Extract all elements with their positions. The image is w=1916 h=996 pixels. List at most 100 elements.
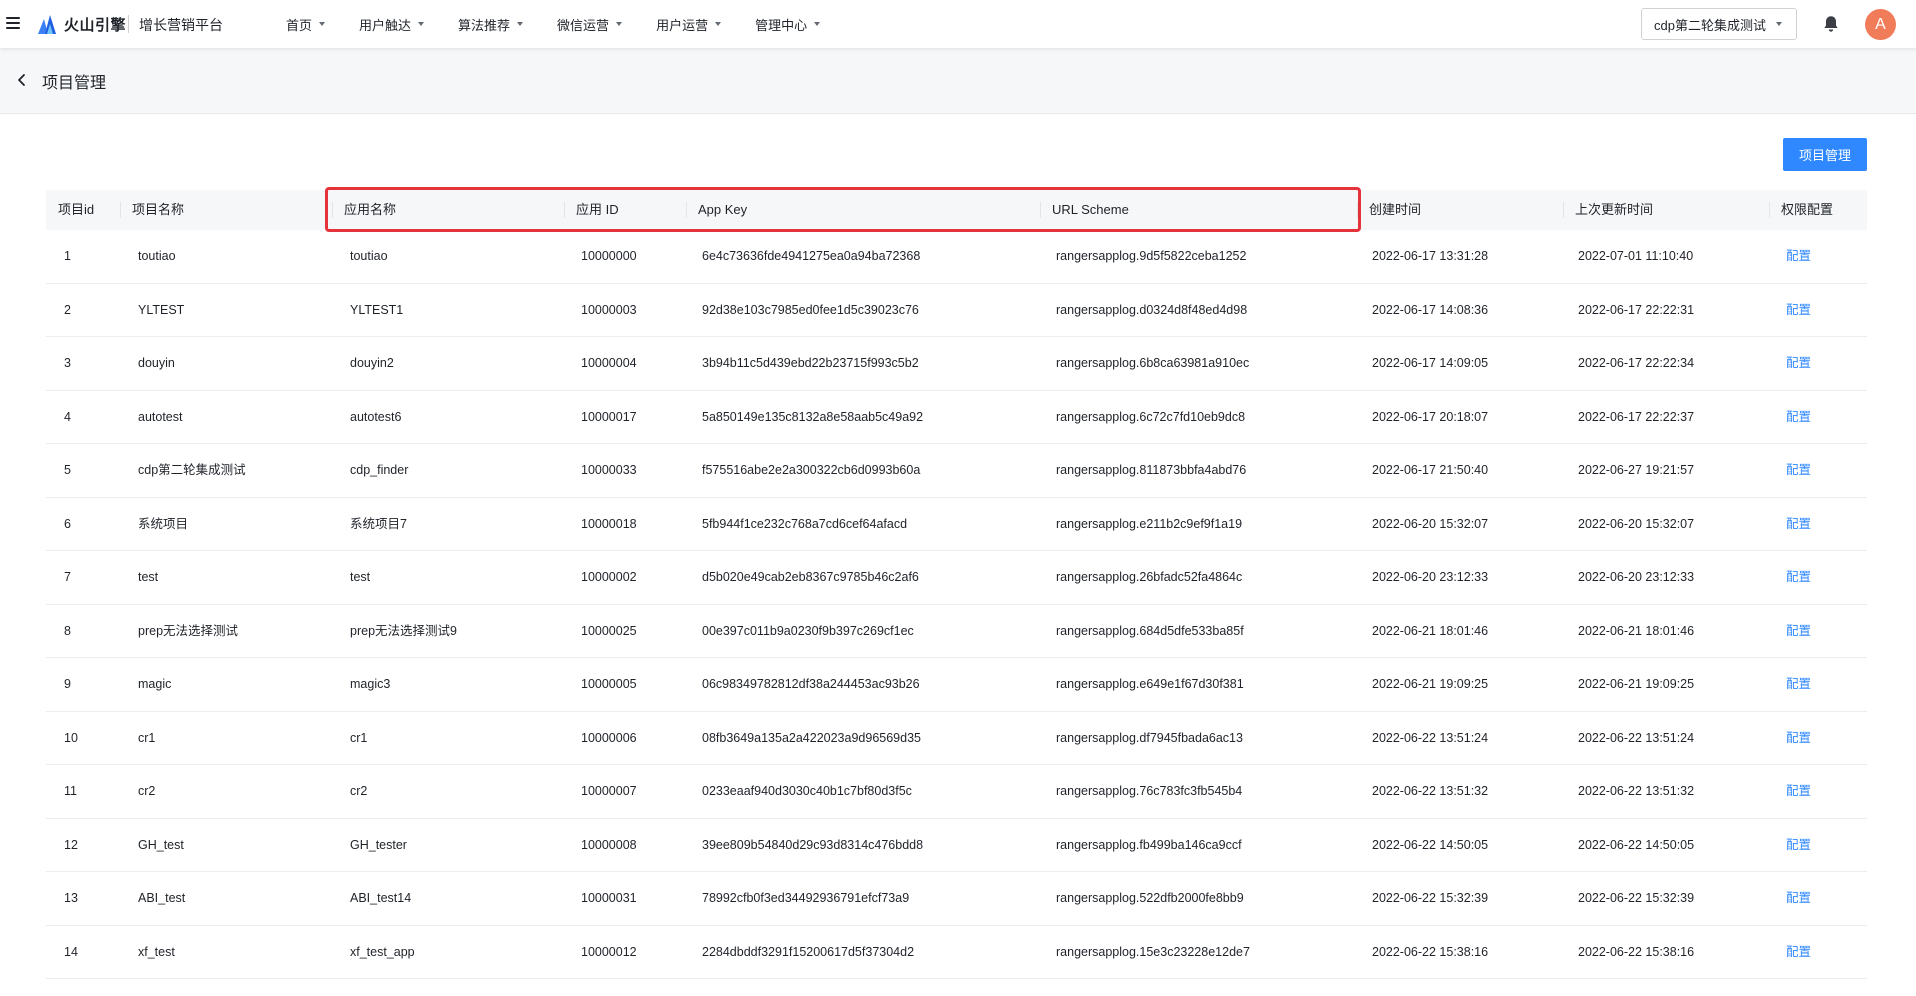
cell-app-name: 系统项目7 xyxy=(350,516,407,531)
nav-item-label: 用户触达 xyxy=(359,17,412,33)
cell-url-scheme: rangersapplog.6b8ca63981a910ec xyxy=(1056,356,1250,370)
table-row: 1 toutiao toutiao 10000000 6e4c73636fde49412… xyxy=(46,230,1867,284)
platform-name: 增长营销平台 xyxy=(139,17,223,33)
cell-permission-link[interactable]: 配置 xyxy=(1786,498,1811,551)
cell-app-name: GH_tester xyxy=(350,837,407,852)
cell-project-name: ABI_test xyxy=(138,891,186,905)
cell-app-id: 10000031 xyxy=(581,891,637,905)
nav-item-wechat[interactable]: 微信运营 xyxy=(557,15,623,34)
cell-app-key: 5fb944f1ce232c768a7cd6cef64afacd xyxy=(702,516,908,531)
nav-item-admin[interactable]: 管理中心 xyxy=(755,15,821,34)
cell-permission-link[interactable]: 配置 xyxy=(1786,284,1811,337)
nav-item-user-ops[interactable]: 用户运营 xyxy=(656,15,722,34)
cell-url-scheme: rangersapplog.26bfadc52fa4864c xyxy=(1056,570,1243,584)
cell-project-name: magic xyxy=(138,677,172,691)
cell-app-id: 10000012 xyxy=(581,944,637,959)
cell-url-scheme: rangersapplog.df7945fbada6ac13 xyxy=(1056,730,1243,745)
cell-project-name: 系统项目 xyxy=(138,516,189,531)
nav-item-user-reach[interactable]: 用户触达 xyxy=(359,15,425,34)
cell-permission-link[interactable]: 配置 xyxy=(1786,337,1811,390)
table-row: 3 douyin douyin2 10000004 3b94b11c5d439ebd22… xyxy=(46,337,1867,391)
cell-updated-time: 2022-07-01 11:10:40 xyxy=(1578,249,1694,263)
cell-url-scheme: rangersapplog.6c72c7fd10eb9dc8 xyxy=(1056,409,1246,424)
cell-permission-link[interactable]: 配置 xyxy=(1786,605,1811,658)
cell-project-name: prep无法选择测试 xyxy=(138,623,239,638)
cell-permission-link[interactable]: 配置 xyxy=(1786,658,1811,711)
cell-permission-link[interactable]: 配置 xyxy=(1786,765,1811,818)
cell-updated-time: 2022-06-21 19:09:25 xyxy=(1578,677,1695,691)
cell-url-scheme: rangersapplog.522dfb2000fe8bb9 xyxy=(1056,891,1244,905)
table-row: 13 ABI_test ABI_test14 10000031 78992cfb0f3e… xyxy=(46,872,1867,926)
cell-app-id: 10000006 xyxy=(581,730,637,745)
cell-created-time: 2022-06-17 14:09:05 xyxy=(1372,356,1489,370)
cell-project-id: 1 xyxy=(64,249,71,263)
cell-app-name: cr2 xyxy=(350,784,368,798)
table-row: 7 test test 10000002 d5b020e49cab2eb8367c978… xyxy=(46,551,1867,605)
project-management-button[interactable]: 项目管理 xyxy=(1783,138,1867,171)
cell-permission-link[interactable]: 配置 xyxy=(1786,872,1811,925)
cell-app-id: 10000002 xyxy=(581,570,637,584)
cell-updated-time: 2022-06-20 15:32:07 xyxy=(1578,516,1695,531)
cell-created-time: 2022-06-22 15:32:39 xyxy=(1372,891,1489,905)
cell-url-scheme: rangersapplog.d0324d8f48ed4d98 xyxy=(1056,302,1248,317)
cell-project-name: cr2 xyxy=(138,784,156,798)
cell-updated-time: 2022-06-22 15:32:39 xyxy=(1578,891,1695,905)
cell-created-time: 2022-06-17 14:08:36 xyxy=(1372,302,1489,317)
page-title: 项目管理 xyxy=(42,75,107,92)
bell-icon[interactable] xyxy=(1823,15,1839,33)
cell-app-key: f575516abe2e2a300322cb6d0993b60a xyxy=(702,463,921,477)
caret-down-icon xyxy=(517,22,524,26)
cell-app-name: prep无法选择测试9 xyxy=(350,623,457,638)
cell-app-key: 2284dbddf3291f15200617d5f37304d2 xyxy=(702,944,915,959)
cell-app-id: 10000005 xyxy=(581,677,637,691)
cell-app-id: 10000007 xyxy=(581,784,637,798)
cell-url-scheme: rangersapplog.76c783fc3fb545b4 xyxy=(1056,784,1243,798)
cell-permission-link[interactable]: 配置 xyxy=(1786,819,1811,872)
caret-down-icon xyxy=(814,22,821,26)
cell-updated-time: 2022-06-20 23:12:33 xyxy=(1578,570,1695,584)
project-select[interactable]: cdp第二轮集成测试 xyxy=(1641,8,1797,40)
cell-updated-time: 2022-06-27 19:21:57 xyxy=(1578,463,1695,477)
cell-project-id: 13 xyxy=(64,891,78,905)
cell-app-key: 3b94b11c5d439ebd22b23715f993c5b2 xyxy=(702,356,919,370)
cell-permission-link[interactable]: 配置 xyxy=(1786,712,1811,765)
column-header-project-id: 项目id xyxy=(58,202,95,217)
project-select-value: cdp第二轮集成测试 xyxy=(1654,17,1766,33)
cell-permission-link[interactable]: 配置 xyxy=(1786,551,1811,604)
cell-project-name: cr1 xyxy=(138,730,156,745)
table-row: 10 cr1 cr1 10000006 08fb3649a135a2a422023a9d… xyxy=(46,712,1867,765)
menu-icon[interactable] xyxy=(6,17,20,31)
cell-app-id: 10000000 xyxy=(581,249,637,263)
cell-permission-link[interactable]: 配置 xyxy=(1786,391,1811,444)
cell-project-id: 5 xyxy=(64,463,71,477)
nav-item-home[interactable]: 首页 xyxy=(286,15,326,34)
cell-permission-link[interactable]: 配置 xyxy=(1786,444,1811,497)
caret-down-icon xyxy=(418,22,425,26)
cell-created-time: 2022-06-22 14:50:05 xyxy=(1372,837,1489,852)
table-row: 12 GH_test GH_tester 10000008 39ee809b54840d… xyxy=(46,819,1867,872)
cell-app-key: 39ee809b54840d29c93d8314c476bdd8 xyxy=(702,837,924,852)
nav-item-algorithm[interactable]: 算法推荐 xyxy=(458,15,524,34)
column-header-app-id: 应用 ID xyxy=(564,190,686,230)
avatar[interactable]: A xyxy=(1865,9,1896,40)
cell-app-name: douyin2 xyxy=(350,356,394,370)
cell-app-name: ABI_test14 xyxy=(350,891,412,905)
cell-updated-time: 2022-06-17 22:22:34 xyxy=(1578,356,1695,370)
cell-updated-time: 2022-06-22 13:51:24 xyxy=(1578,730,1695,745)
cell-url-scheme: rangersapplog.fb499ba146ca9ccf xyxy=(1056,837,1242,852)
cell-url-scheme: rangersapplog.684d5dfe533ba85f xyxy=(1056,623,1244,638)
cell-project-name: xf_test xyxy=(138,944,175,959)
cell-app-id: 10000018 xyxy=(581,516,637,531)
cell-app-key: d5b020e49cab2eb8367c9785b46c2af6 xyxy=(702,570,919,584)
cell-permission-link[interactable]: 配置 xyxy=(1786,926,1811,979)
volcano-logo-icon[interactable] xyxy=(36,13,58,35)
nav-item-label: 用户运营 xyxy=(656,17,709,33)
brand-name[interactable]: 火山引擎 xyxy=(64,14,126,35)
table-header: 项目id 项目名称 应用名称 应用 ID App Key URL Scheme … xyxy=(46,190,1867,230)
cell-project-id: 9 xyxy=(64,677,71,691)
back-arrow-icon[interactable] xyxy=(16,73,28,87)
cell-url-scheme: rangersapplog.811873bbfa4abd76 xyxy=(1056,463,1247,477)
cell-app-id: 10000004 xyxy=(581,356,637,370)
cell-permission-link[interactable]: 配置 xyxy=(1786,230,1811,283)
cell-url-scheme: rangersapplog.9d5f5822ceba1252 xyxy=(1056,249,1247,263)
